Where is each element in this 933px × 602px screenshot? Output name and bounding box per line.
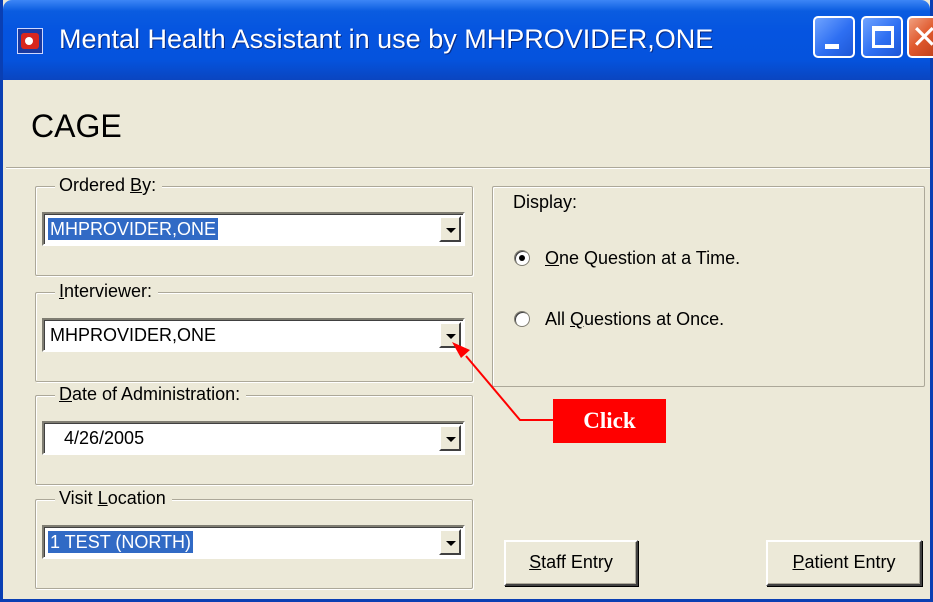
click-callout: Click xyxy=(553,399,666,443)
annotation-arrow xyxy=(452,342,553,421)
